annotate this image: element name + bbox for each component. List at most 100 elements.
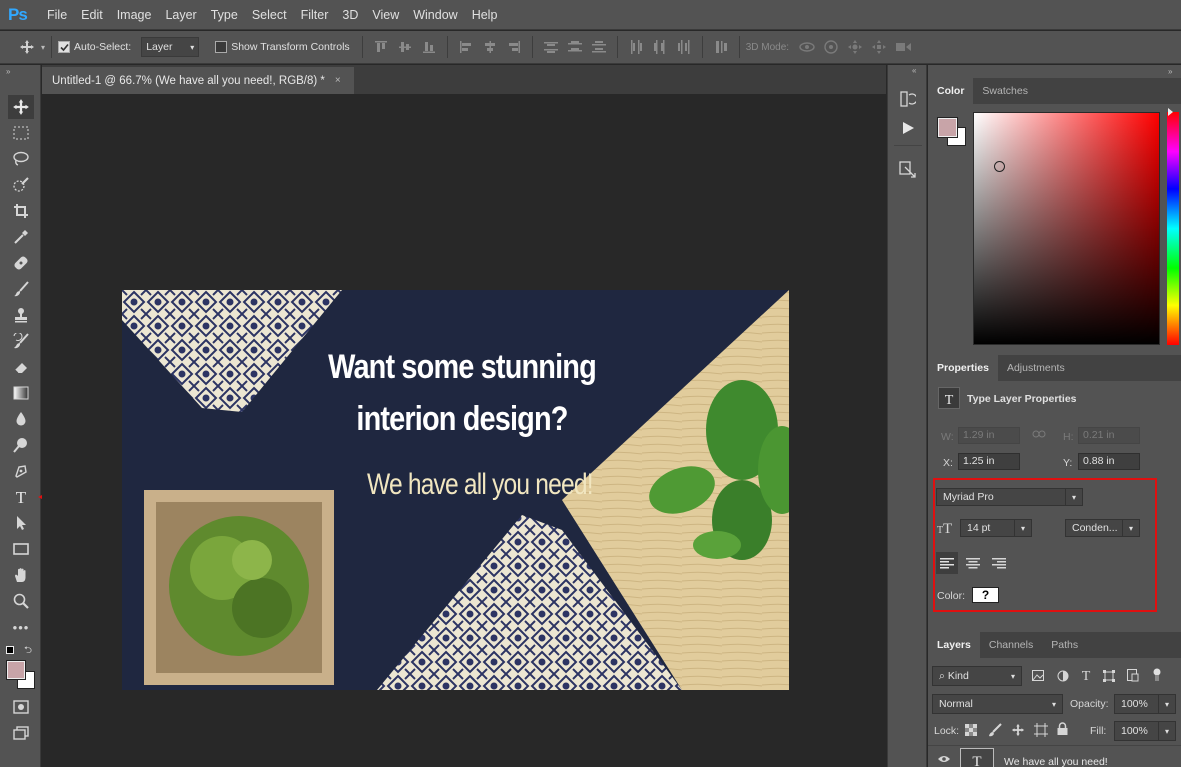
blend-mode-dropdown[interactable]: Normal ▾ xyxy=(932,694,1063,714)
hand-tool[interactable] xyxy=(8,563,34,587)
filter-smart-object-icon[interactable] xyxy=(1127,669,1139,682)
3d-slide-icon[interactable] xyxy=(870,38,888,56)
opacity-chevron-icon[interactable]: ▾ xyxy=(1158,694,1176,714)
distribute-bottom-icon[interactable] xyxy=(590,38,608,56)
hue-slider[interactable] xyxy=(1167,112,1179,345)
more-tools-icon[interactable]: ••• xyxy=(8,615,34,639)
show-transform-checkbox[interactable] xyxy=(215,41,228,53)
align-bottom-icon[interactable] xyxy=(420,38,438,56)
y-field[interactable]: 0.88 in xyxy=(1078,453,1140,470)
align-top-icon[interactable] xyxy=(372,38,390,56)
collapse-arrows-icon[interactable]: » xyxy=(6,67,10,76)
3d-scale-icon[interactable] xyxy=(894,38,912,56)
document-canvas[interactable]: Want some stunning interion design? We h… xyxy=(122,290,789,690)
default-colors-icon[interactable] xyxy=(6,646,14,654)
align-right-text-button[interactable] xyxy=(988,552,1010,574)
history-panel-icon[interactable] xyxy=(900,91,916,107)
panel-menu-icon[interactable]: » xyxy=(1168,67,1172,76)
dodge-tool[interactable] xyxy=(8,433,34,457)
menu-3d[interactable]: 3D xyxy=(335,8,365,22)
menu-edit[interactable]: Edit xyxy=(74,8,110,22)
eyedropper-tool[interactable] xyxy=(8,225,34,249)
auto-select-dropdown[interactable]: Layer ▾ xyxy=(141,37,200,57)
artwork-tagline[interactable]: We have all you need! xyxy=(367,468,594,502)
document-tab[interactable]: Untitled-1 @ 66.7% (We have all you need… xyxy=(42,67,354,94)
font-family-chevron-icon[interactable]: ▾ xyxy=(1065,488,1083,506)
font-size-chevron-icon[interactable]: ▾ xyxy=(1014,519,1032,537)
filter-type-icon[interactable]: T xyxy=(1080,668,1092,681)
properties-panel-icon[interactable] xyxy=(899,161,917,179)
color-panel-fg-swatch[interactable] xyxy=(937,117,958,138)
path-selection-tool[interactable] xyxy=(8,511,34,535)
history-brush-tool[interactable] xyxy=(8,329,34,353)
menu-window[interactable]: Window xyxy=(406,8,464,22)
3d-pan-icon[interactable] xyxy=(846,38,864,56)
screen-mode-icon[interactable] xyxy=(8,721,34,745)
pen-tool[interactable] xyxy=(8,459,34,483)
color-picker-marker[interactable] xyxy=(994,161,1005,172)
fill-field[interactable]: 100% xyxy=(1114,721,1162,741)
menu-image[interactable]: Image xyxy=(110,8,159,22)
gradient-tool[interactable] xyxy=(8,381,34,405)
tab-swatches[interactable]: Swatches xyxy=(973,78,1037,104)
distribute-vertical-center-icon[interactable] xyxy=(566,38,584,56)
menu-filter[interactable]: Filter xyxy=(294,8,336,22)
lock-transparent-icon[interactable] xyxy=(965,724,977,736)
collapse-arrows-icon[interactable]: « xyxy=(912,66,916,75)
font-family-dropdown[interactable]: Myriad Pro xyxy=(936,488,1083,506)
menu-file[interactable]: File xyxy=(40,8,74,22)
align-vertical-center-icon[interactable] xyxy=(396,38,414,56)
font-style-chevron-icon[interactable]: ▾ xyxy=(1122,519,1140,537)
color-picker-field[interactable] xyxy=(973,112,1160,345)
hue-slider-handle[interactable] xyxy=(1168,108,1173,116)
tab-layers[interactable]: Layers xyxy=(928,632,980,658)
quick-mask-icon[interactable] xyxy=(8,695,34,719)
auto-align-icon[interactable] xyxy=(712,38,730,56)
swap-colors-icon[interactable]: ⮌ xyxy=(24,643,32,660)
lock-all-icon[interactable] xyxy=(1057,722,1068,736)
canvas-area[interactable]: Want some stunning interion design? We h… xyxy=(42,94,886,767)
healing-brush-tool[interactable] xyxy=(8,251,34,275)
text-color-swatch[interactable]: ? xyxy=(972,587,999,603)
clone-stamp-tool[interactable] xyxy=(8,303,34,327)
marquee-tool[interactable] xyxy=(8,121,34,145)
tab-channels[interactable]: Channels xyxy=(980,632,1042,658)
menu-type[interactable]: Type xyxy=(204,8,245,22)
align-left-text-button[interactable] xyxy=(936,552,958,574)
layer-filter-dropdown[interactable]: ⌕ Kind ▾ xyxy=(932,666,1022,686)
align-right-icon[interactable] xyxy=(505,38,523,56)
x-field[interactable]: 1.25 in xyxy=(958,453,1020,470)
distribute-right-icon[interactable] xyxy=(675,38,693,56)
crop-tool[interactable] xyxy=(8,199,34,223)
lock-artboard-icon[interactable] xyxy=(1034,723,1048,737)
filter-adjustment-icon[interactable] xyxy=(1057,670,1069,682)
align-horizontal-center-icon[interactable] xyxy=(481,38,499,56)
foreground-color-swatch[interactable] xyxy=(6,660,26,680)
eye-icon[interactable] xyxy=(938,755,950,763)
opacity-field[interactable]: 100% xyxy=(1114,694,1162,714)
align-center-text-button[interactable] xyxy=(962,552,984,574)
quick-selection-tool[interactable] xyxy=(8,173,34,197)
filter-shape-icon[interactable] xyxy=(1103,670,1115,682)
actions-panel-icon[interactable] xyxy=(901,121,915,135)
tab-color[interactable]: Color xyxy=(928,78,974,104)
blur-tool[interactable] xyxy=(8,407,34,431)
move-tool[interactable] xyxy=(8,95,34,119)
type-tool[interactable]: T xyxy=(8,485,34,509)
align-left-icon[interactable] xyxy=(457,38,475,56)
lock-image-icon[interactable] xyxy=(988,723,1002,737)
move-tool-preset-icon[interactable] xyxy=(18,38,36,56)
tab-paths[interactable]: Paths xyxy=(1042,632,1087,658)
menu-view[interactable]: View xyxy=(365,8,406,22)
distribute-top-icon[interactable] xyxy=(542,38,560,56)
3d-rotate-icon[interactable] xyxy=(798,38,816,56)
preset-chevron-icon[interactable]: ▾ xyxy=(41,43,45,52)
layer-row[interactable]: T We have all you need! xyxy=(928,745,1181,767)
filter-toggle-icon[interactable] xyxy=(1153,668,1161,682)
distribute-left-icon[interactable] xyxy=(627,38,645,56)
rectangle-tool[interactable] xyxy=(8,537,34,561)
filter-pixel-icon[interactable] xyxy=(1032,670,1044,681)
brush-tool[interactable] xyxy=(8,277,34,301)
zoom-tool[interactable] xyxy=(8,589,34,613)
fill-chevron-icon[interactable]: ▾ xyxy=(1158,721,1176,741)
